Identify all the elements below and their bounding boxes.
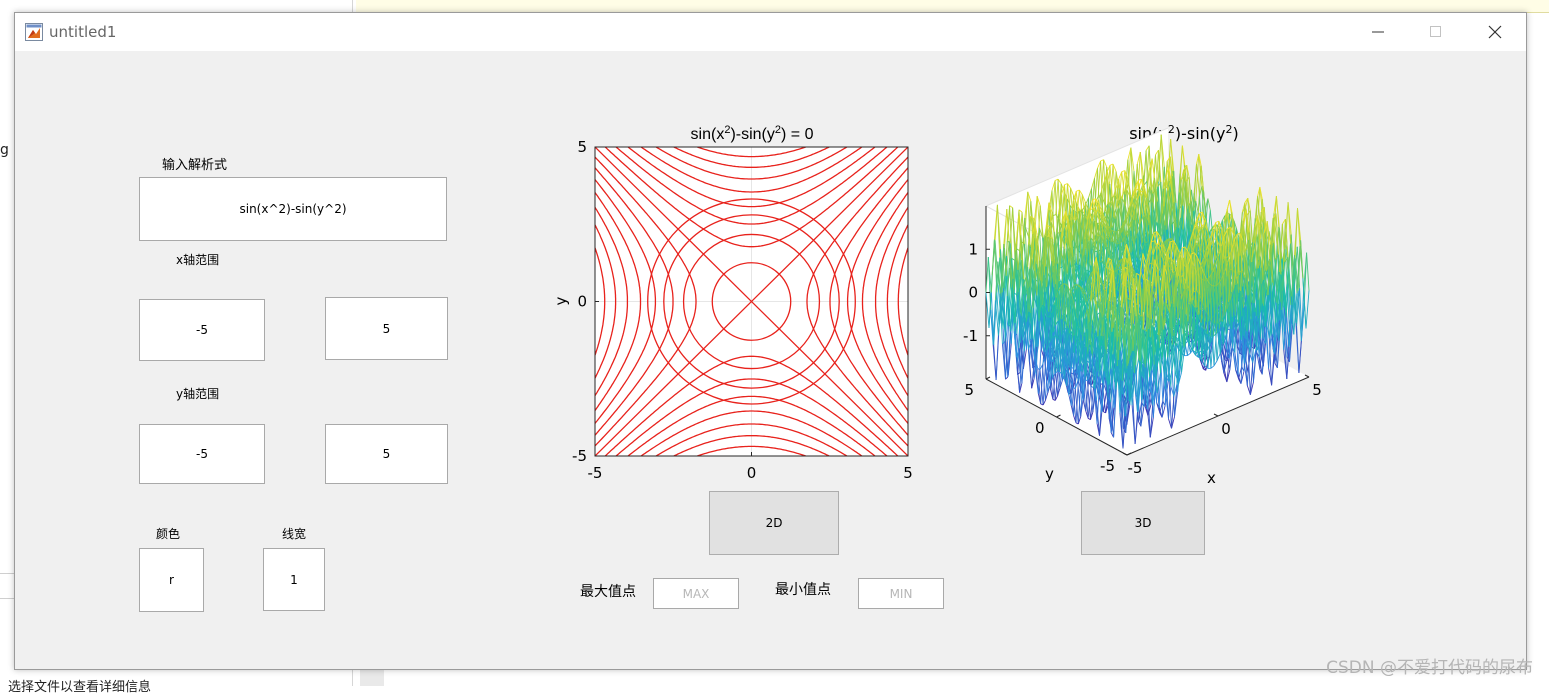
plot-3d-button[interactable]: 3D bbox=[1081, 491, 1205, 555]
background-scrollbar[interactable] bbox=[360, 670, 384, 686]
color-input[interactable]: r bbox=[139, 548, 204, 612]
y-max-input[interactable]: 5 bbox=[325, 424, 448, 484]
y-tick-label: 0 bbox=[577, 293, 587, 311]
background-text: g bbox=[0, 142, 9, 158]
x-range-label: x轴范围 bbox=[176, 251, 219, 268]
line-width-input[interactable]: 1 bbox=[263, 548, 325, 611]
close-button[interactable] bbox=[1466, 13, 1524, 51]
x-tick-label: -5 bbox=[588, 464, 603, 482]
line-width-label: 线宽 bbox=[282, 525, 306, 542]
contour-plot[interactable]: sin(x2)-sin(y2) = 0 -5 0 5 -5 0 5 y bbox=[540, 115, 940, 485]
y-tick-label: 5 bbox=[577, 138, 587, 156]
x-min-input[interactable]: -5 bbox=[139, 299, 265, 361]
y-min-input[interactable]: -5 bbox=[139, 424, 265, 484]
color-label: 颜色 bbox=[156, 525, 180, 542]
maximize-icon bbox=[1430, 26, 1442, 38]
x-max-input[interactable]: 5 bbox=[325, 297, 448, 360]
expression-input[interactable]: sin(x^2)-sin(y^2) bbox=[139, 177, 447, 241]
surface-plot[interactable]: sin(x2)-sin(y2) -505-50510-1 y x bbox=[960, 115, 1340, 490]
close-icon bbox=[1488, 25, 1502, 39]
y-range-label: y轴范围 bbox=[176, 385, 219, 402]
max-point-field[interactable]: MAX bbox=[653, 578, 739, 609]
matlab-icon bbox=[25, 23, 43, 41]
maximize-button[interactable] bbox=[1407, 13, 1465, 51]
minimize-icon bbox=[1372, 26, 1384, 38]
surface-line bbox=[1208, 199, 1210, 211]
min-point-field[interactable]: MIN bbox=[858, 578, 944, 609]
plot-2d-button[interactable]: 2D bbox=[709, 491, 839, 555]
x-tick-label: 5 bbox=[903, 464, 913, 482]
expression-label: 输入解析式 bbox=[162, 154, 227, 173]
title-bar[interactable]: untitled1 bbox=[15, 13, 1526, 51]
contour-y-axis-label: y bbox=[552, 296, 570, 305]
x-tick-label: 0 bbox=[747, 464, 757, 482]
max-point-label: 最大值点 bbox=[580, 581, 636, 601]
contour-plot-title: sin(x2)-sin(y2) = 0 bbox=[691, 124, 814, 143]
y-tick-label: -5 bbox=[572, 447, 587, 465]
minimize-button[interactable] bbox=[1349, 13, 1407, 51]
min-point-label: 最小值点 bbox=[775, 579, 831, 599]
window-title: untitled1 bbox=[49, 23, 116, 41]
